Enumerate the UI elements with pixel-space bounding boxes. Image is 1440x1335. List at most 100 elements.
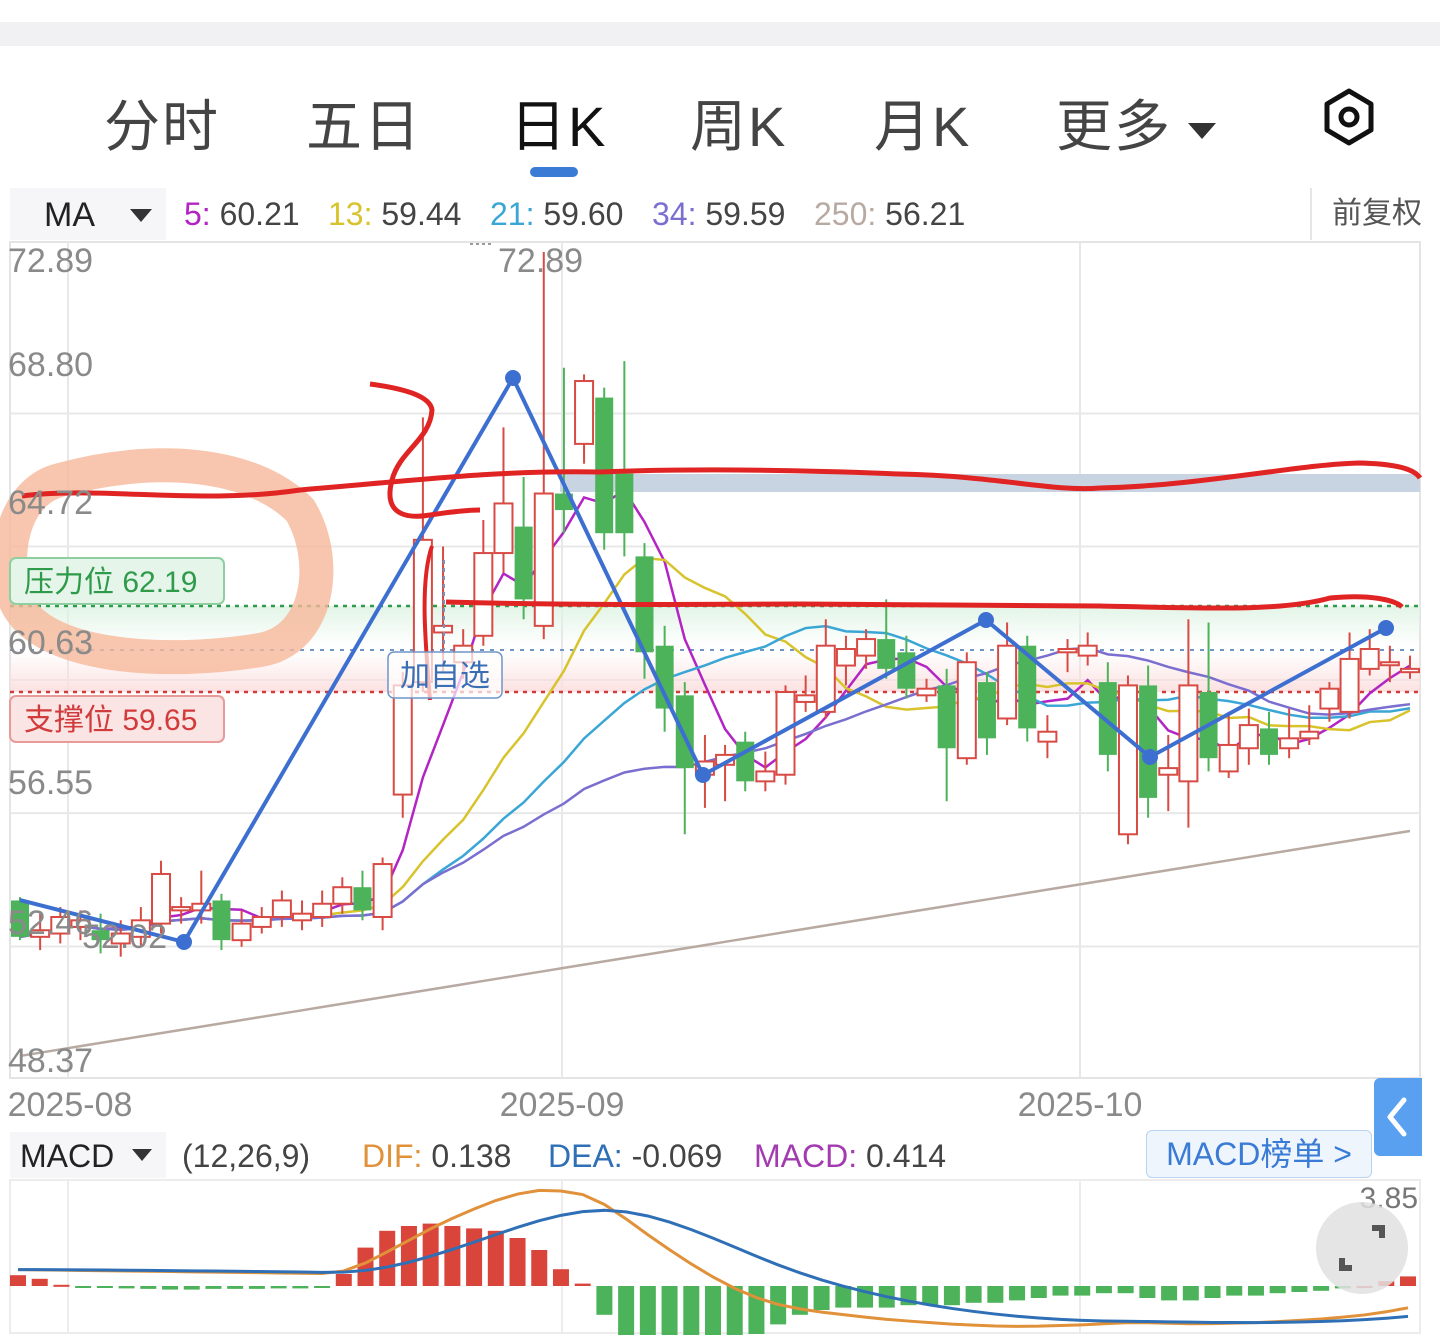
- expand-icon: [1339, 1225, 1385, 1271]
- macd-bar-down: [1291, 1286, 1308, 1292]
- macd-bar-down: [1095, 1286, 1112, 1294]
- y-tick-label: 52.46: [8, 904, 93, 942]
- drawn-bracket: [369, 381, 481, 519]
- caret-down-icon: [132, 1149, 152, 1161]
- candle-body-up: [332, 886, 353, 905]
- macd-bar-up: [379, 1230, 396, 1286]
- macd-bar-up: [509, 1238, 526, 1286]
- macd-bar-down: [314, 1286, 331, 1288]
- candle-body-up: [574, 380, 595, 445]
- macd-dea-readout: DEA: -0.069: [548, 1138, 723, 1174]
- macd-histogram: [10, 1223, 1416, 1335]
- macd-macd-key: MACD: [754, 1138, 849, 1174]
- candle-body-down: [977, 682, 996, 739]
- candle-body-up: [1057, 648, 1078, 654]
- trend-pivot: [1142, 749, 1158, 765]
- macd-bar-down: [1052, 1286, 1069, 1296]
- moving-average-lines: [19, 488, 1411, 1058]
- macd-bar-down: [943, 1286, 960, 1306]
- macd-bar-down: [183, 1286, 200, 1290]
- macd-select-label: MACD: [20, 1138, 115, 1174]
- macd-dif-key: DIF: [362, 1138, 414, 1174]
- macd-bar-down: [639, 1286, 656, 1335]
- candle-body-up: [392, 684, 413, 796]
- candle-body-down: [595, 397, 614, 534]
- macd-bar-up: [357, 1247, 374, 1286]
- candle-body-up: [755, 770, 776, 783]
- y-tick-label: 56.55: [8, 764, 93, 802]
- macd-bar-up: [335, 1274, 352, 1286]
- macd-bar-down: [1030, 1286, 1047, 1298]
- macd-bar-up: [31, 1278, 48, 1286]
- shaded-box: [560, 474, 1420, 492]
- add-watchlist-label: 加自选: [387, 651, 503, 699]
- candle-body-up: [815, 644, 836, 713]
- resistance-text: 压力位 62.19: [24, 566, 197, 599]
- add-watchlist-text[interactable]: 加自选: [400, 660, 490, 693]
- macd-bar-down: [726, 1286, 743, 1335]
- macd-bar-down: [813, 1286, 830, 1310]
- macd-bar-down: [965, 1286, 982, 1303]
- candle-body-up: [372, 863, 393, 918]
- macd-bar-down: [75, 1286, 92, 1288]
- macd-bar-down: [118, 1286, 135, 1289]
- macd-bar-down: [1269, 1286, 1286, 1294]
- candle-body-up: [1319, 687, 1340, 710]
- macd-params: (12,26,9): [182, 1138, 311, 1174]
- candle-body-down: [877, 639, 896, 669]
- candle-body-up: [493, 502, 514, 555]
- macd-bar-down: [227, 1286, 244, 1289]
- fullscreen-button[interactable]: [1316, 1202, 1408, 1294]
- macd-dif-value: 0.138: [431, 1138, 512, 1174]
- candle-body-up: [1238, 724, 1259, 750]
- support-label: 支撑位 59.65: [9, 695, 225, 743]
- x-tick-label: 2025-08: [8, 1086, 133, 1124]
- candle-body-up: [1339, 657, 1360, 713]
- indicator-select-macd[interactable]: MACD: [10, 1132, 166, 1178]
- macd-bar-down: [835, 1286, 852, 1308]
- candle-body-up: [231, 922, 252, 942]
- min-price-label: 52.02: [82, 918, 167, 956]
- macd-bar-up: [53, 1284, 70, 1287]
- candle-body-down: [212, 900, 231, 941]
- macd-bar-down: [205, 1286, 222, 1289]
- macd-bar-down: [683, 1286, 700, 1335]
- macd-bar-down: [1074, 1286, 1091, 1296]
- macd-macd-value: 0.414: [866, 1138, 947, 1174]
- candle-body-up: [1379, 661, 1400, 667]
- macd-chart: 3.85: [9, 1179, 1421, 1335]
- resistance-label: 压力位 62.19: [9, 557, 225, 605]
- macd-bar-down: [1226, 1286, 1243, 1296]
- candle-body-up: [1218, 743, 1239, 773]
- candle-body-up: [835, 648, 856, 667]
- y-tick-label: 48.37: [8, 1042, 93, 1080]
- trend-pivot: [1378, 620, 1394, 636]
- candle-body-down: [353, 887, 372, 911]
- candle-body-up: [473, 552, 494, 637]
- candle-body-up: [1158, 767, 1179, 776]
- candle-body-down: [897, 652, 916, 689]
- macd-bar-down: [1204, 1286, 1221, 1298]
- x-tick-label: 2025-09: [500, 1086, 625, 1124]
- candle-body-up: [151, 872, 172, 925]
- macd-bar-down: [96, 1286, 113, 1288]
- y-tick-label: 68.80: [8, 346, 93, 384]
- x-tick-label: 2025-10: [1018, 1086, 1143, 1124]
- candlestick-chart[interactable]: 加自选 72.89 68.80 64.72 60.63 56.55 52.46 48.37 7…: [0, 0, 1440, 1132]
- macd-bar-up: [487, 1230, 504, 1286]
- candle-body-down: [514, 526, 533, 600]
- macd-bar-up: [574, 1283, 591, 1286]
- macd-bar-up: [531, 1250, 548, 1286]
- macd-bar-down: [292, 1286, 309, 1289]
- macd-dea-key: DEA: [548, 1138, 614, 1174]
- macd-macd-readout: MACD: 0.414: [754, 1138, 947, 1174]
- macd-rank-button[interactable]: MACD榜单 >: [1146, 1130, 1372, 1178]
- candle-body-up: [1400, 667, 1420, 674]
- y-tick-label: 72.89: [8, 242, 93, 280]
- candle-body-down: [1259, 728, 1278, 755]
- trend-pivot: [505, 370, 521, 386]
- candle-body-down: [675, 695, 694, 769]
- macd-bar-down: [1009, 1286, 1026, 1301]
- candle-body-up: [1037, 730, 1058, 743]
- candle-body-up: [271, 899, 292, 918]
